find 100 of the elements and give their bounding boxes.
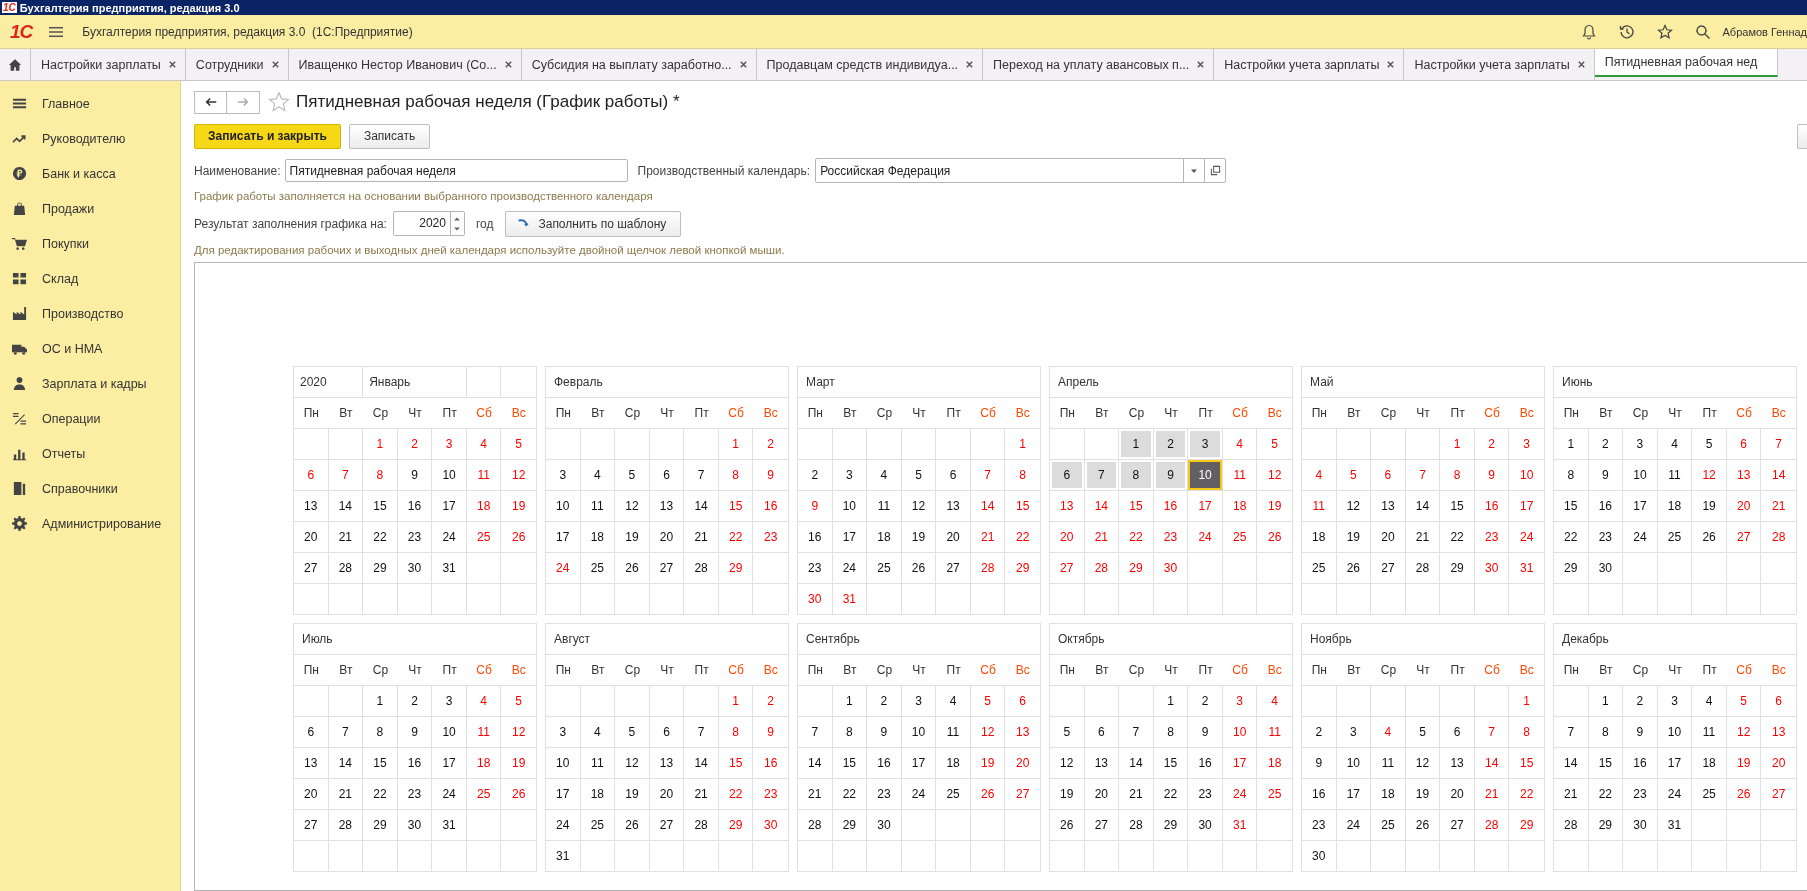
day-cell[interactable]: 20 (1726, 491, 1762, 521)
day-cell[interactable]: 9 (798, 491, 833, 521)
day-cell[interactable]: 30 (867, 810, 902, 840)
day-cell[interactable]: 12 (501, 717, 536, 747)
day-cell[interactable]: 23 (867, 779, 902, 809)
day-cell[interactable]: 16 (397, 491, 433, 521)
day-cell[interactable]: 4 (1257, 686, 1292, 716)
sidebar-item[interactable]: Производство (0, 296, 180, 331)
day-cell[interactable]: 4 (1692, 686, 1727, 716)
day-cell[interactable]: 10 (546, 748, 581, 778)
day-cell[interactable]: 17 (1336, 779, 1372, 809)
day-cell[interactable]: 8 (1440, 460, 1475, 490)
day-cell[interactable]: 17 (432, 491, 467, 521)
day-cell[interactable]: 6 (936, 460, 971, 490)
day-cell[interactable]: 24 (1623, 522, 1658, 552)
day-cell[interactable]: 17 (901, 748, 937, 778)
day-cell[interactable]: 24 (546, 553, 581, 583)
day-cell[interactable]: 15 (1119, 491, 1154, 521)
day-cell[interactable]: 21 (684, 779, 719, 809)
day-cell[interactable]: 16 (753, 748, 788, 778)
day-cell[interactable]: 28 (1084, 553, 1120, 583)
day-cell[interactable]: 23 (1474, 522, 1510, 552)
day-cell[interactable]: 30 (397, 810, 433, 840)
day-cell[interactable]: 23 (1588, 522, 1624, 552)
day-cell[interactable]: 22 (363, 779, 398, 809)
day-cell[interactable]: 31 (546, 841, 581, 871)
day-cell[interactable]: 14 (1405, 491, 1441, 521)
day-cell[interactable]: 12 (501, 460, 536, 490)
day-cell[interactable]: 5 (615, 460, 650, 490)
day-cell[interactable]: 15 (1005, 491, 1040, 521)
day-cell[interactable]: 31 (1657, 810, 1693, 840)
day-cell[interactable]: 18 (867, 522, 902, 552)
day-cell[interactable]: 29 (363, 553, 398, 583)
day-cell[interactable]: 28 (1761, 522, 1796, 552)
day-cell[interactable]: 19 (970, 748, 1006, 778)
day-cell[interactable]: 3 (1188, 429, 1223, 459)
day-cell[interactable]: 17 (432, 748, 467, 778)
back-button[interactable] (194, 90, 227, 114)
day-cell[interactable]: 10 (546, 491, 581, 521)
user-name[interactable]: Абрамов Геннад (1722, 25, 1807, 38)
day-cell[interactable]: 8 (718, 460, 754, 490)
day-cell[interactable]: 13 (649, 491, 685, 521)
day-cell[interactable]: 26 (1692, 522, 1727, 552)
day-cell[interactable]: 29 (363, 810, 398, 840)
day-cell[interactable]: 25 (1657, 522, 1693, 552)
day-cell[interactable]: 7 (1084, 460, 1120, 490)
day-cell[interactable]: 13 (1084, 748, 1120, 778)
sidebar-item[interactable]: Операции (0, 401, 180, 436)
day-cell[interactable]: 10 (432, 717, 467, 747)
day-cell[interactable]: 23 (1188, 779, 1223, 809)
day-cell[interactable]: 9 (397, 460, 433, 490)
day-cell[interactable]: 2 (1623, 686, 1658, 716)
day-cell[interactable]: 30 (397, 553, 433, 583)
day-cell[interactable]: 19 (1692, 491, 1727, 521)
close-icon[interactable] (1576, 60, 1586, 69)
day-cell[interactable]: 29 (718, 810, 754, 840)
day-cell[interactable]: 7 (328, 460, 364, 490)
day-cell[interactable]: 11 (1222, 460, 1258, 490)
day-cell[interactable]: 24 (1509, 522, 1544, 552)
save-and-close-button[interactable]: Записать и закрыть (194, 123, 341, 149)
day-cell[interactable]: 4 (580, 717, 616, 747)
day-cell[interactable]: 3 (1509, 429, 1544, 459)
day-cell[interactable]: 19 (615, 779, 650, 809)
day-cell[interactable]: 26 (1257, 522, 1292, 552)
day-cell[interactable]: 21 (1761, 491, 1796, 521)
day-cell[interactable]: 9 (397, 717, 433, 747)
day-cell[interactable]: 6 (1005, 686, 1040, 716)
day-cell[interactable]: 17 (546, 522, 581, 552)
day-cell[interactable]: 25 (580, 553, 616, 583)
day-cell[interactable]: 11 (1257, 717, 1292, 747)
day-cell[interactable]: 31 (1222, 810, 1258, 840)
day-cell[interactable]: 17 (1657, 748, 1693, 778)
day-cell[interactable]: 2 (798, 460, 833, 490)
day-cell[interactable]: 27 (1084, 810, 1120, 840)
day-cell[interactable]: 21 (684, 522, 719, 552)
day-cell[interactable]: 4 (867, 460, 902, 490)
day-cell[interactable]: 14 (798, 748, 833, 778)
day-cell[interactable]: 19 (501, 491, 536, 521)
day-cell[interactable]: 28 (970, 553, 1006, 583)
day-cell[interactable]: 1 (1153, 686, 1189, 716)
day-cell[interactable]: 19 (1726, 748, 1762, 778)
day-cell[interactable]: 15 (1440, 491, 1475, 521)
day-cell[interactable]: 14 (684, 491, 719, 521)
day-cell[interactable]: 26 (1050, 810, 1085, 840)
day-cell[interactable]: 23 (1302, 810, 1337, 840)
day-cell[interactable]: 16 (1302, 779, 1337, 809)
day-cell[interactable]: 18 (1692, 748, 1727, 778)
day-cell[interactable]: 15 (718, 491, 754, 521)
day-cell[interactable]: 16 (1188, 748, 1223, 778)
day-cell[interactable]: 26 (615, 810, 650, 840)
day-cell[interactable]: 20 (1761, 748, 1796, 778)
day-cell[interactable]: 26 (1405, 810, 1441, 840)
day-cell[interactable]: 8 (832, 717, 868, 747)
day-cell[interactable]: 13 (1726, 460, 1762, 490)
year-field[interactable]: 2020 (392, 211, 465, 236)
sidebar-item[interactable]: Продажи (0, 191, 180, 226)
day-cell[interactable]: 26 (501, 779, 536, 809)
day-cell[interactable]: 22 (1509, 779, 1544, 809)
day-cell[interactable]: 3 (546, 717, 581, 747)
day-cell[interactable]: 28 (1119, 810, 1154, 840)
